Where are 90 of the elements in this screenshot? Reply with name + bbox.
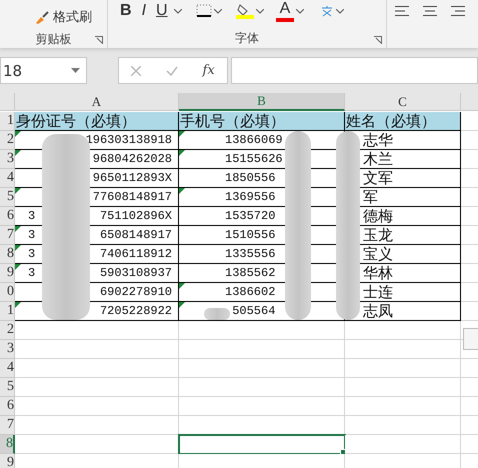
- table-cell: 德梅: [363, 206, 393, 226]
- column-header[interactable]: A: [15, 93, 179, 111]
- table-cell: 1386602: [225, 285, 276, 299]
- table-cell: 196303138918: [86, 133, 172, 147]
- insert-function-button[interactable]: fx: [202, 63, 215, 78]
- row-header[interactable]: 9: [0, 264, 15, 283]
- row-header[interactable]: 3: [0, 150, 15, 169]
- table-cell: 3: [28, 247, 36, 261]
- row-header[interactable]: 6: [0, 207, 15, 226]
- formula-input[interactable]: [231, 57, 478, 84]
- table-cell: 6902278910: [100, 285, 172, 299]
- table-cell: 木兰: [363, 150, 393, 168]
- row-header[interactable]: 7: [0, 226, 15, 245]
- row-header[interactable]: 3: [0, 340, 15, 359]
- row-header[interactable]: 2: [0, 131, 15, 150]
- check-icon[interactable]: [166, 66, 178, 76]
- border-icon[interactable]: [196, 4, 212, 18]
- table-cell: 13866069: [225, 133, 283, 147]
- name-box[interactable]: 18: [0, 57, 87, 84]
- row-header[interactable]: 8: [0, 245, 15, 264]
- selected-cell[interactable]: [179, 435, 345, 454]
- table-cell: 7205228922: [100, 304, 172, 318]
- table-cell: 军: [363, 188, 378, 206]
- row-header[interactable]: 1: [0, 112, 15, 131]
- table-cell: 3: [28, 209, 36, 223]
- row-header[interactable]: 9: [0, 454, 15, 468]
- table-cell: 宝义: [363, 244, 393, 264]
- row-header[interactable]: 1: [0, 302, 15, 321]
- dialog-launcher-icon[interactable]: [374, 36, 382, 44]
- align-icon[interactable]: [395, 6, 409, 16]
- table-cell: 505564: [232, 304, 276, 318]
- paste-options-menu[interactable]: [463, 328, 478, 350]
- column-header[interactable]: B: [179, 93, 345, 111]
- table-cell: 1535720: [225, 209, 276, 223]
- table-cell: 志凤: [363, 302, 393, 320]
- table-cell: 9650112893X: [92, 171, 172, 185]
- column-header[interactable]: C: [345, 93, 461, 111]
- table-cell: 3: [28, 228, 36, 242]
- table-cell: 7406118912: [100, 247, 172, 261]
- table-cell: 1335556: [225, 247, 276, 261]
- align-icon[interactable]: [423, 6, 437, 16]
- blur-mask: [204, 308, 230, 320]
- table-cell: 士连: [363, 282, 393, 302]
- row-header[interactable]: 4: [0, 169, 15, 188]
- table-cell: 5903108937: [100, 266, 172, 280]
- table-cell: 6508148917: [100, 228, 172, 242]
- group-label: 字体: [235, 30, 259, 47]
- row-header[interactable]: 8: [0, 435, 15, 454]
- underline-button[interactable]: U: [152, 0, 172, 23]
- caret-icon: [71, 68, 80, 73]
- phonetic-guide-icon[interactable]: [320, 5, 334, 17]
- header-cell-text: 身份证号（必填）: [15, 112, 136, 130]
- table-cell: 志华: [363, 130, 393, 150]
- align-icon[interactable]: [451, 6, 465, 16]
- bold-button[interactable]: B: [116, 0, 136, 23]
- table-cell: 华林: [363, 264, 393, 282]
- font-color-button[interactable]: A: [276, 0, 294, 22]
- caret-icon[interactable]: [174, 8, 182, 14]
- table-cell: 3: [28, 266, 36, 280]
- row-header[interactable]: 0: [0, 283, 15, 302]
- dialog-launcher-icon[interactable]: [95, 36, 103, 44]
- table-cell: 玉龙: [363, 226, 393, 244]
- select-all-corner[interactable]: [0, 93, 15, 111]
- row-header[interactable]: 5: [0, 378, 15, 397]
- paintbrush-icon: [34, 9, 50, 25]
- header-cell-text: 姓名（必填）: [345, 112, 436, 130]
- table-cell: 1850556: [225, 171, 276, 185]
- table-cell: 751102896X: [100, 209, 172, 223]
- format-painter-button[interactable]: 格式刷: [32, 6, 94, 28]
- header-cell-text: 手机号（必填）: [179, 112, 285, 130]
- italic-button[interactable]: I: [138, 0, 150, 23]
- row-header[interactable]: 4: [0, 359, 15, 378]
- group-label: 剪贴板: [36, 31, 72, 48]
- caret-icon[interactable]: [336, 8, 344, 14]
- caret-icon[interactable]: [256, 8, 264, 14]
- table-cell: 1369556: [225, 190, 276, 204]
- fill-color-icon[interactable]: [236, 3, 254, 19]
- table-cell: 15155626: [225, 152, 283, 166]
- row-header[interactable]: 2: [0, 321, 15, 340]
- caret-icon[interactable]: [296, 8, 304, 14]
- row-header[interactable]: 5: [0, 188, 15, 207]
- table-cell: 1510556: [225, 228, 276, 242]
- caret-icon[interactable]: [214, 8, 222, 14]
- table-cell: 1385562: [225, 266, 276, 280]
- row-header[interactable]: 7: [0, 416, 15, 435]
- row-header[interactable]: 6: [0, 397, 15, 416]
- cancel-icon[interactable]: [131, 66, 142, 76]
- table-cell: 77608148917: [92, 190, 172, 204]
- table-cell: 96804262028: [92, 152, 172, 166]
- table-cell: 文军: [363, 168, 393, 188]
